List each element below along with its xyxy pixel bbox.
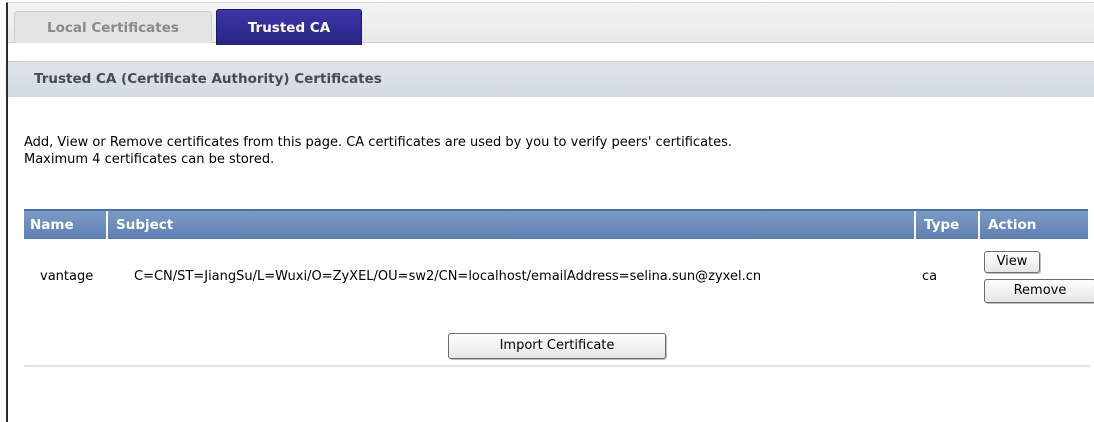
divider [24,365,1090,367]
column-header-subject: Subject [110,211,916,239]
description-line-1: Add, View or Remove certificates from th… [24,135,733,150]
column-header-type: Type [918,211,980,239]
tab-local-certificates[interactable]: Local Certificates [14,11,212,43]
certificates-panel: Local Certificates Trusted CA Trusted CA… [6,2,1094,422]
cell-subject: C=CN/ST=JiangSu/L=Wuxi/O=ZyXEL/OU=sw2/CN… [134,269,762,284]
table-row: vantage C=CN/ST=JiangSu/L=Wuxi/O=ZyXEL/O… [24,249,1094,309]
section-title: Trusted CA (Certificate Authority) Certi… [34,71,382,87]
table-header: Name Subject Type Action [24,209,1088,239]
column-header-name: Name [24,211,108,239]
import-certificate-button[interactable]: Import Certificate [448,333,666,359]
section-header: Trusted CA (Certificate Authority) Certi… [8,61,1094,97]
cell-name: vantage [40,269,94,284]
description-line-2: Maximum 4 certificates can be stored. [24,152,275,167]
cell-type: ca [922,269,938,284]
tab-trusted-ca[interactable]: Trusted CA [216,9,362,45]
remove-button[interactable]: Remove [984,279,1094,303]
column-header-action: Action [988,217,1037,233]
view-button[interactable]: View [984,251,1040,273]
page-description: Add, View or Remove certificates from th… [24,134,732,168]
tab-bar: Local Certificates Trusted CA [8,3,1094,45]
